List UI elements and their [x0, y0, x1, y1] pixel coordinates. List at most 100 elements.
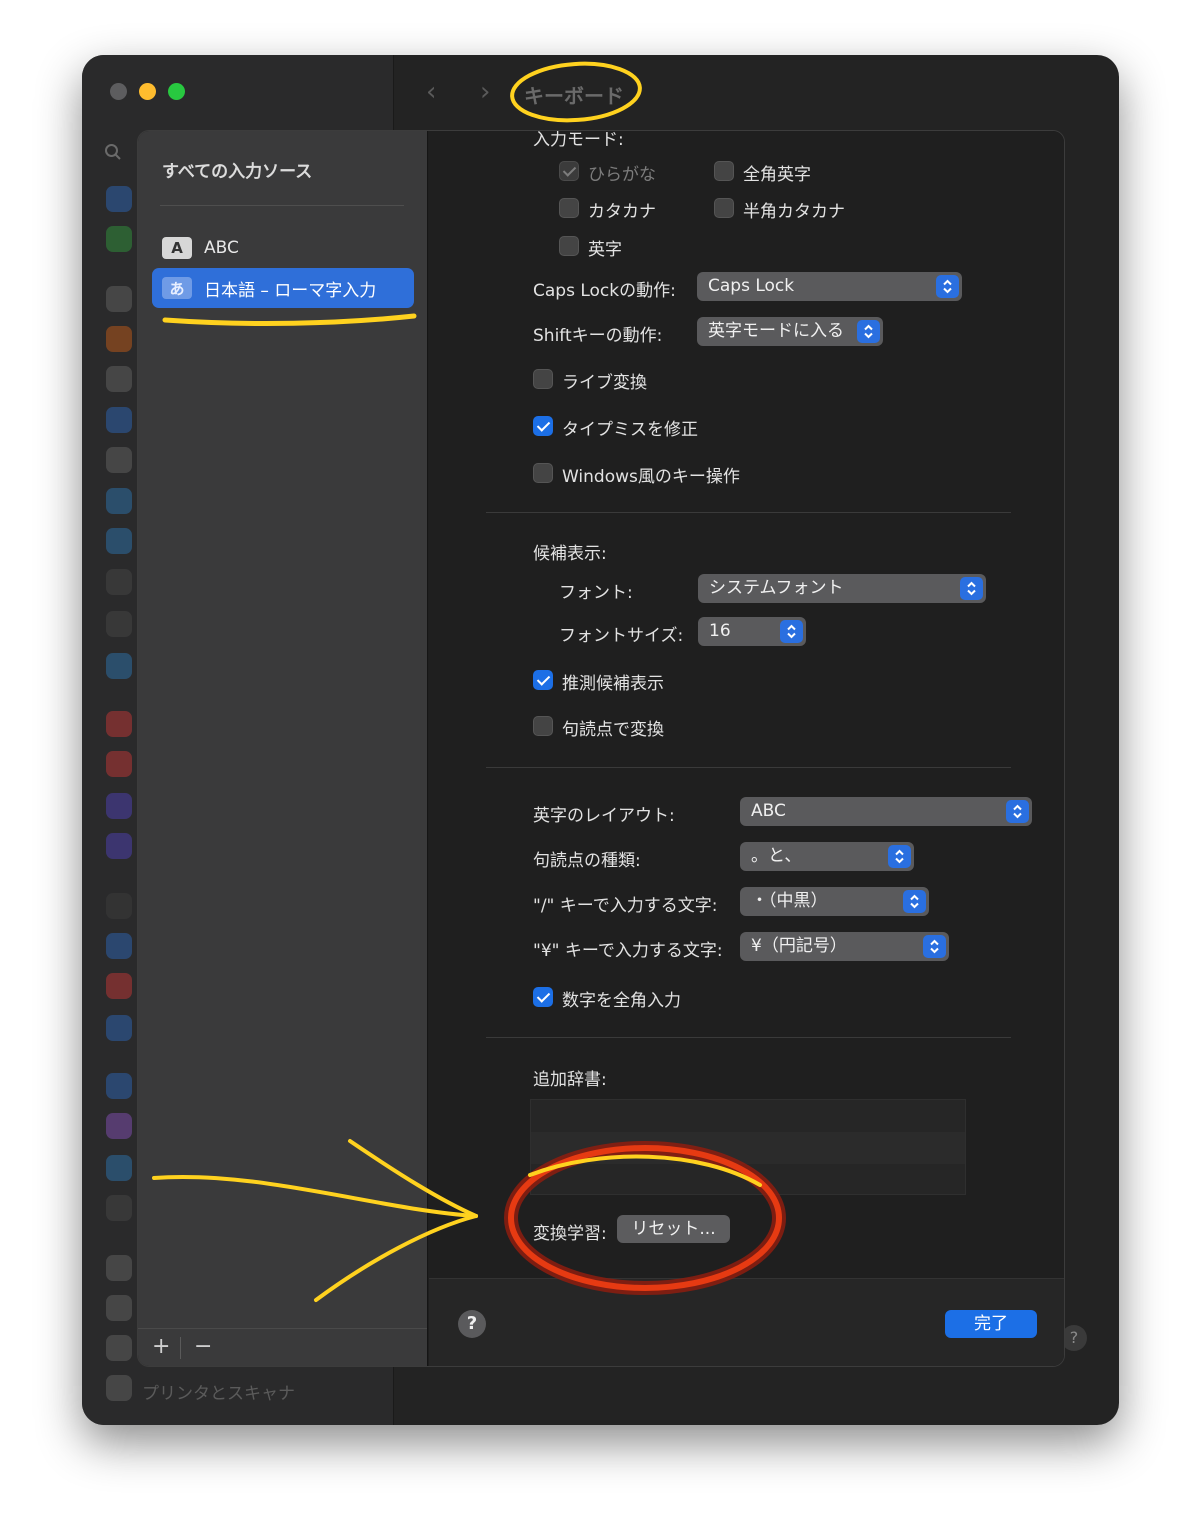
- caps-lock-popup[interactable]: Caps Lock: [697, 272, 962, 301]
- siri-icon[interactable]: [106, 653, 132, 679]
- window-title: キーボード: [524, 84, 624, 108]
- battery-icon[interactable]: [106, 226, 132, 252]
- spotlight-icon[interactable]: [106, 366, 132, 392]
- chevron-updown-icon: [903, 890, 926, 913]
- wallet-icon[interactable]: [106, 1195, 132, 1221]
- lock-screen-icon[interactable]: [106, 893, 132, 919]
- font-popup[interactable]: システムフォント: [698, 574, 986, 603]
- minimize-button[interactable]: [139, 83, 156, 100]
- list-item[interactable]: [531, 1100, 965, 1132]
- layout-label: 英字のレイアウト:: [533, 806, 675, 826]
- zoom-button[interactable]: [168, 83, 185, 100]
- focus-icon[interactable]: [106, 793, 132, 819]
- trackpad-icon[interactable]: [106, 1295, 132, 1321]
- caps-lock-label: Caps Lockの動作:: [533, 281, 676, 301]
- accessibility-icon[interactable]: [106, 407, 132, 433]
- sources-heading: すべての入力ソース: [162, 162, 313, 182]
- learning-label: 変換学習:: [533, 1224, 607, 1244]
- add-source-button[interactable]: +: [152, 1335, 170, 1359]
- punct-type-popup[interactable]: 。と、: [740, 842, 914, 871]
- done-button[interactable]: 完了: [945, 1310, 1037, 1338]
- general-icon[interactable]: [106, 286, 132, 312]
- fullwidth-numbers-checkbox[interactable]: [533, 987, 553, 1007]
- font-value: システムフォント: [709, 578, 844, 598]
- desktop-icon[interactable]: [106, 488, 132, 514]
- caps-lock-value: Caps Lock: [708, 276, 795, 296]
- shift-popup[interactable]: 英字モードに入る: [697, 317, 883, 346]
- search-icon[interactable]: [104, 143, 122, 161]
- help-button[interactable]: ?: [458, 1310, 486, 1338]
- sidebar-item-printers[interactable]: プリンタとスキャナ: [142, 1379, 295, 1404]
- live-conversion-checkbox[interactable]: [533, 369, 553, 389]
- input-source-settings: 入力モード: ひらがな 全角英字 カタカナ 半角カタカナ 英字 Caps Loc…: [429, 130, 1064, 1366]
- candidates-label: 候補表示:: [533, 544, 607, 564]
- list-item[interactable]: [531, 1164, 965, 1196]
- chevron-updown-icon: [888, 845, 911, 868]
- appearance-icon[interactable]: [106, 326, 132, 352]
- yen-key-value: ¥（円記号）: [751, 936, 847, 956]
- layout-value: ABC: [751, 801, 786, 821]
- chevron-updown-icon: [780, 620, 803, 643]
- katakana-checkbox[interactable]: [559, 198, 579, 218]
- wallpaper-icon[interactable]: [106, 611, 132, 637]
- font-size-popup[interactable]: 16: [698, 617, 806, 646]
- keyboard-icon[interactable]: [106, 1255, 132, 1281]
- hankaku-katakana-label: 半角カタカナ: [743, 202, 845, 222]
- section-divider: [486, 512, 1011, 513]
- chevron-updown-icon: [936, 275, 959, 298]
- remove-source-button[interactable]: −: [194, 1335, 212, 1359]
- layout-popup[interactable]: ABC: [740, 797, 1032, 826]
- hankaku-katakana-checkbox[interactable]: [714, 198, 734, 218]
- source-label: ABC: [204, 238, 239, 258]
- hiragana-source-icon: あ: [162, 277, 192, 299]
- source-item-japanese-romaji[interactable]: あ 日本語 – ローマ字入力: [152, 268, 414, 308]
- sheet-footer: ? 完了: [429, 1278, 1064, 1366]
- game-center-icon[interactable]: [106, 1113, 132, 1139]
- input-sources-sheet: すべての入力ソース A ABC あ 日本語 – ローマ字入力 + − 入力モード…: [137, 130, 1065, 1367]
- displays-icon[interactable]: [106, 528, 132, 554]
- zenkaku-eiji-label: 全角英字: [743, 165, 811, 185]
- input-modes-label: 入力モード:: [533, 130, 624, 150]
- control-center-icon[interactable]: [106, 447, 132, 473]
- dictionaries-list[interactable]: [530, 1099, 966, 1195]
- shift-label: Shiftキーの動作:: [533, 326, 663, 346]
- close-button[interactable]: [110, 83, 127, 100]
- typo-correction-label: タイプミスを修正: [562, 420, 698, 440]
- typo-correction-checkbox[interactable]: [533, 416, 553, 436]
- shift-value: 英字モードに入る: [708, 321, 844, 341]
- users-icon[interactable]: [106, 1015, 132, 1041]
- slash-key-popup[interactable]: ・（中黒）: [740, 887, 929, 916]
- back-arrow-icon[interactable]: ‹: [426, 77, 436, 107]
- font-size-value: 16: [709, 621, 731, 641]
- katakana-label: カタカナ: [588, 202, 656, 222]
- forward-arrow-icon[interactable]: ›: [480, 77, 490, 107]
- notifications-icon[interactable]: [106, 711, 132, 737]
- privacy-icon[interactable]: [106, 933, 132, 959]
- yen-key-popup[interactable]: ¥（円記号）: [740, 932, 949, 961]
- touch-id-icon[interactable]: [106, 973, 132, 999]
- printer-icon[interactable]: [106, 1375, 132, 1401]
- predictive-label: 推測候補表示: [562, 674, 664, 694]
- chevron-updown-icon: [923, 935, 946, 958]
- internet-accounts-icon[interactable]: [106, 1073, 132, 1099]
- footer-divider: [180, 1337, 181, 1359]
- list-item[interactable]: [531, 1132, 965, 1164]
- dictionaries-label: 追加辞書:: [533, 1070, 607, 1090]
- punct-convert-checkbox[interactable]: [533, 716, 553, 736]
- source-item-abc[interactable]: A ABC: [152, 228, 414, 268]
- hiragana-label: ひらがな: [588, 165, 656, 185]
- eiji-checkbox[interactable]: [559, 236, 579, 256]
- game-controller-icon[interactable]: [106, 1335, 132, 1361]
- screen-time-icon[interactable]: [106, 833, 132, 859]
- slash-key-label: "/" キーで入力する文字:: [533, 896, 718, 916]
- reset-learning-button[interactable]: リセット...: [617, 1215, 730, 1243]
- predictive-checkbox[interactable]: [533, 670, 553, 690]
- slash-key-value: ・（中黒）: [751, 891, 828, 911]
- screensaver-icon[interactable]: [106, 569, 132, 595]
- network-icon[interactable]: [106, 186, 132, 212]
- sound-icon[interactable]: [106, 751, 132, 777]
- fullwidth-numbers-label: 数字を全角入力: [562, 991, 681, 1011]
- windows-keys-checkbox[interactable]: [533, 463, 553, 483]
- zenkaku-eiji-checkbox[interactable]: [714, 161, 734, 181]
- icloud-icon[interactable]: [106, 1155, 132, 1181]
